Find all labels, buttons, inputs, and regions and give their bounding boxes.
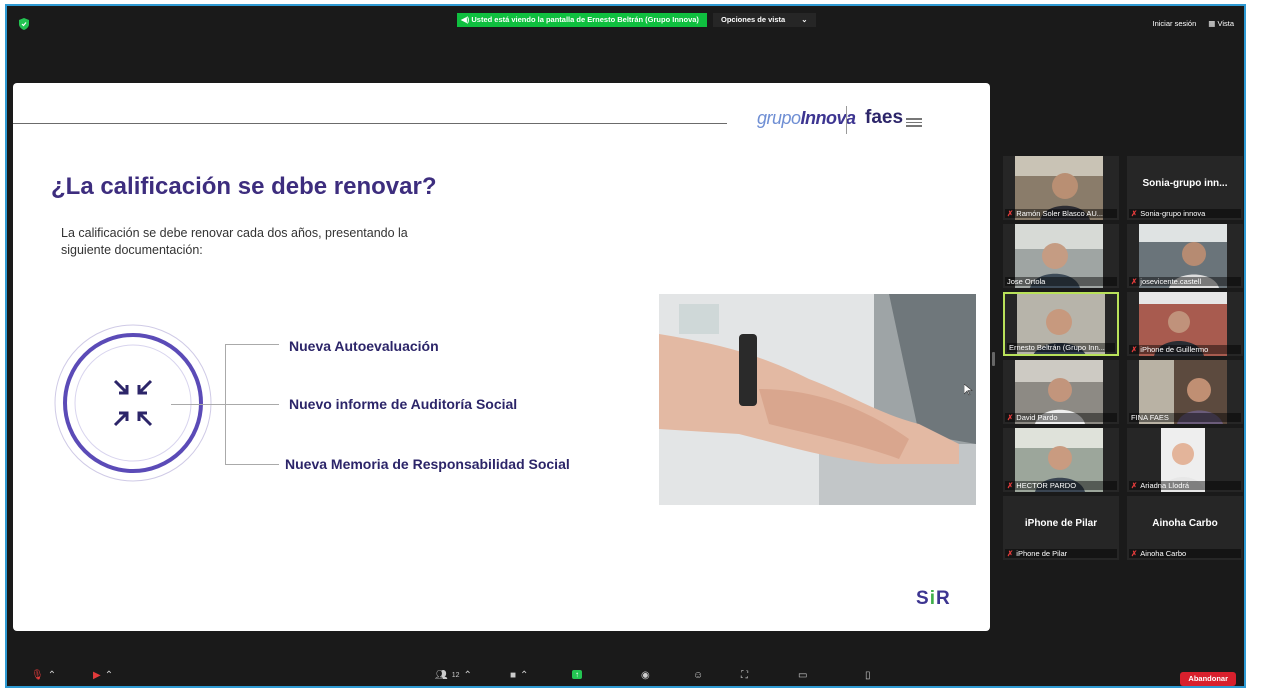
participant-name: FINA FAES <box>1131 413 1169 422</box>
grupo-innova-logo: grupoInnova <box>757 108 856 128</box>
typing-hands-photo <box>659 294 976 505</box>
share-screen-icon: ↑ <box>572 670 582 679</box>
participant-tile[interactable]: ✗ David Pardo <box>1003 360 1119 424</box>
participant-tile[interactable]: ✗ Ariadna Llodrá <box>1127 428 1243 492</box>
mic-muted-icon: ✗ <box>1131 481 1138 490</box>
participant-name: HECTOR PARDO <box>1016 481 1077 490</box>
leave-meeting-button[interactable]: Abandonar <box>1180 672 1236 686</box>
participants-button[interactable]: 👥︎ 12 ⌃ <box>435 670 472 681</box>
mic-muted-icon: ✗ <box>1007 481 1014 490</box>
view-label: Vista <box>1217 19 1234 28</box>
chat-icon: ■ <box>510 670 517 681</box>
logo-separator <box>846 106 847 134</box>
participant-tile[interactable]: Ainoha Carbo ✗ Ainoha Carbo <box>1127 496 1243 560</box>
participant-tile[interactable]: ✗ Ramón Soler Blasco AU... <box>1003 156 1119 220</box>
participant-name: Sonia-grupo innova <box>1140 209 1206 218</box>
participant-name: Jose Ortola <box>1007 277 1046 286</box>
view-options-label: Opciones de vista <box>721 15 786 24</box>
participant-name: Ramón Soler Blasco AU... <box>1016 209 1104 218</box>
slide-subtitle: La calificación se debe renovar cada dos… <box>61 226 408 257</box>
header-divider-line <box>13 123 727 124</box>
connector-line <box>225 344 279 345</box>
connector-line <box>225 404 279 405</box>
video-off-icon: ▶︎ <box>93 670 101 681</box>
participant-name: David Pardo <box>1016 413 1058 422</box>
whiteboard-button[interactable]: ▭ <box>798 670 807 681</box>
sharing-text: Usted está viendo la pantalla de Ernesto… <box>471 15 699 24</box>
participant-name: Ernesto Beltrán (Grupo Inn... <box>1009 343 1105 352</box>
meeting-toolbar: 🎙︎ ⌃ ▶︎ ⌃ 👥︎ 12 ⌃ ■ ⌃ ↑ ◉ ☺ ⛶ ▭ ▯ Abando… <box>7 668 1244 686</box>
list-item: Nueva Memoria de Responsabilidad Social <box>285 456 570 472</box>
sharing-audio-icon: ◀) <box>461 15 470 24</box>
participant-display-name: Ainoha Carbo <box>1152 518 1218 529</box>
sir-logo: SiR <box>916 588 951 609</box>
participant-name: iPhone de Guillermo <box>1140 345 1209 354</box>
participant-tile[interactable]: Jose Ortola <box>1003 224 1119 288</box>
view-button[interactable]: ▦ Vista <box>1208 19 1234 28</box>
participant-tile[interactable]: iPhone de Pilar ✗ iPhone de Pilar <box>1003 496 1119 560</box>
apps-icon: ⛶ <box>741 670 748 681</box>
meeting-window: ◀) Usted está viendo la pantalla de Erne… <box>5 4 1246 688</box>
notes-icon: ▯ <box>865 670 871 681</box>
faes-logo: faes <box>865 107 904 128</box>
notes-button[interactable]: ▯ <box>865 670 871 681</box>
participant-name: Ainoha Carbo <box>1140 549 1187 558</box>
connector-line <box>225 464 279 465</box>
list-item: Nuevo informe de Auditoría Social <box>289 396 518 412</box>
mic-muted-icon: ✗ <box>1007 413 1014 422</box>
mic-muted-icon: ✗ <box>1131 549 1138 558</box>
whiteboard-icon: ▭ <box>798 670 808 681</box>
view-grid-icon: ▦ <box>1208 19 1216 28</box>
participant-display-name: iPhone de Pilar <box>1024 518 1098 529</box>
video-button[interactable]: ▶︎ ⌃ <box>93 670 113 681</box>
reactions-icon: ☺ <box>693 670 704 681</box>
chat-button[interactable]: ■ ⌃ <box>510 670 528 681</box>
chevron-up-icon[interactable]: ⌃ <box>105 670 113 681</box>
share-screen-button[interactable]: ↑ <box>572 670 582 679</box>
slide-title: ¿La calificación se debe renovar? <box>51 173 437 200</box>
participants-icon: 👥︎ <box>435 670 448 681</box>
participant-tile[interactable]: ✗ HECTOR PARDO <box>1003 428 1119 492</box>
security-shield-icon[interactable] <box>19 18 29 30</box>
mouse-cursor-icon <box>964 384 973 396</box>
record-icon: ◉ <box>641 670 650 681</box>
mic-muted-icon: ✗ <box>1131 209 1138 218</box>
faes-logo-lines <box>906 118 922 129</box>
participant-tile[interactable]: FINA FAES <box>1127 360 1243 424</box>
mic-muted-icon: ✗ <box>1007 209 1014 218</box>
participant-tile[interactable]: ✗ iPhone de Guillermo <box>1127 292 1243 356</box>
apps-button[interactable]: ⛶ <box>741 670 748 681</box>
mic-muted-icon: ✗ <box>1007 549 1014 558</box>
screen-share-banner: ◀) Usted está viendo la pantalla de Erne… <box>457 13 707 27</box>
record-button[interactable]: ◉ <box>641 670 650 681</box>
participant-tile[interactable]: Sonia-grupo inn... ✗ Sonia-grupo innova <box>1127 156 1243 220</box>
participant-name: josevicente.castell <box>1140 277 1202 286</box>
list-item: Nueva Autoevaluación <box>289 338 439 354</box>
microphone-muted-icon: 🎙︎ <box>31 670 44 681</box>
participant-tile[interactable]: ✗ josevicente.castell <box>1127 224 1243 288</box>
mic-muted-icon: ✗ <box>1131 277 1138 286</box>
reactions-button[interactable]: ☺ <box>693 670 703 681</box>
participant-display-name: Sonia-grupo inn... <box>1142 178 1228 189</box>
signin-button[interactable]: Iniciar sesión <box>1152 19 1196 28</box>
chevron-up-icon[interactable]: ⌃ <box>48 670 56 681</box>
mic-muted-icon: ✗ <box>1131 345 1138 354</box>
participant-tile-active-speaker[interactable]: Ernesto Beltrán (Grupo Inn... <box>1003 292 1119 356</box>
participant-name: iPhone de Pilar <box>1016 549 1068 558</box>
chevron-up-icon[interactable]: ⌃ <box>464 670 472 681</box>
shared-slide: grupoInnova faes ¿La calificación se deb… <box>13 83 990 631</box>
mute-button[interactable]: 🎙︎ ⌃ <box>31 670 56 681</box>
connector-line <box>171 404 225 405</box>
compress-arrows-circle-icon <box>54 324 212 482</box>
panel-resize-handle[interactable] <box>992 352 995 366</box>
chevron-down-icon: ⌄ <box>801 15 808 24</box>
participants-count: 12 <box>451 672 460 679</box>
top-right-controls: Iniciar sesión ▦ Vista <box>1152 19 1234 28</box>
chevron-up-icon[interactable]: ⌃ <box>520 670 528 681</box>
participant-name: Ariadna Llodrá <box>1140 481 1190 490</box>
view-options-button[interactable]: Opciones de vista ⌄ <box>713 13 816 27</box>
